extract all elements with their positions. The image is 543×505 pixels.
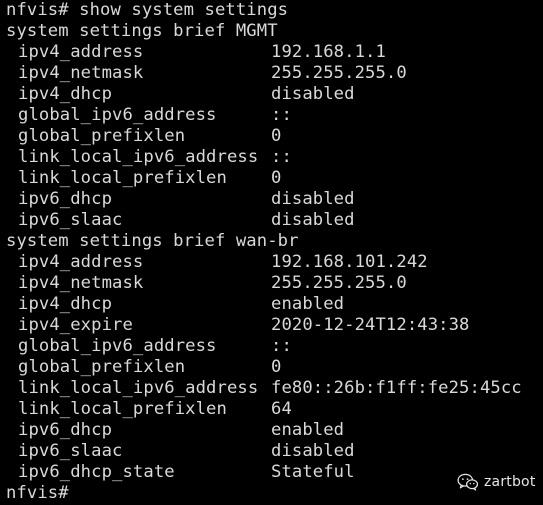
- setting-value: disabled: [271, 84, 355, 104]
- setting-row: ipv6_dhcp disabled: [0, 189, 543, 210]
- setting-row: ipv4_netmask 255.255.255.0: [0, 273, 543, 294]
- setting-row: ipv6_slaac disabled: [0, 210, 543, 231]
- watermark: zartbot: [457, 472, 536, 492]
- setting-row: ipv4_address 192.168.1.1: [0, 42, 543, 63]
- setting-key: ipv4_netmask: [18, 63, 144, 83]
- setting-key: global_ipv6_address: [18, 336, 217, 356]
- setting-value: fe80::26b:f1ff:fe25:45cc: [271, 378, 522, 398]
- setting-row: ipv4_dhcp disabled: [0, 84, 543, 105]
- section-header-wan-br: system settings brief wan-br: [6, 231, 299, 251]
- setting-row: ipv4_dhcp enabled: [0, 294, 543, 315]
- setting-key: ipv4_dhcp: [18, 84, 113, 104]
- setting-row: global_prefixlen 0: [0, 126, 543, 147]
- setting-value: 64: [271, 399, 292, 419]
- setting-row: global_ipv6_address::: [0, 336, 543, 357]
- setting-value: Stateful: [271, 462, 355, 482]
- setting-key: ipv6_slaac: [18, 210, 123, 230]
- setting-key: ipv4_expire: [18, 315, 133, 335]
- section-header-mgmt: system settings brief MGMT: [6, 21, 278, 41]
- command-line: nfvis# show system settings: [0, 0, 543, 21]
- setting-value: 0: [271, 126, 282, 146]
- setting-key: link_local_prefixlen: [18, 168, 227, 188]
- setting-key: ipv4_netmask: [18, 273, 144, 293]
- watermark-brand: zartbot: [484, 474, 536, 490]
- wechat-icon: [457, 473, 479, 491]
- setting-row: ipv4_expire 2020-12-24T12:43:38: [0, 315, 543, 336]
- setting-value: ::: [271, 147, 292, 167]
- setting-key: ipv6_dhcp: [18, 189, 113, 209]
- setting-value: disabled: [271, 441, 355, 461]
- setting-value: 192.168.1.1: [271, 42, 386, 62]
- setting-value: ::: [271, 336, 292, 356]
- setting-value: disabled: [271, 210, 355, 230]
- setting-row: global_prefixlen 0: [0, 357, 543, 378]
- prompt: nfvis#: [6, 483, 69, 503]
- setting-value: 0: [271, 168, 282, 188]
- setting-value: 2020-12-24T12:43:38: [271, 315, 470, 335]
- setting-row: link_local_ipv6_address fe80::26b:f1ff:fe…: [0, 378, 543, 399]
- prompt: nfvis#: [6, 0, 69, 20]
- setting-key: ipv6_slaac: [18, 441, 123, 461]
- setting-key: link_local_ipv6_address: [18, 147, 259, 167]
- setting-value: ::: [271, 105, 292, 125]
- setting-key: link_local_prefixlen: [18, 399, 227, 419]
- setting-row: link_local_ipv6_address::: [0, 147, 543, 168]
- setting-value: 255.255.255.0: [271, 63, 407, 83]
- setting-row: link_local_prefixlen 64: [0, 399, 543, 420]
- setting-value: enabled: [271, 294, 345, 314]
- setting-key: ipv6_dhcp: [18, 420, 113, 440]
- setting-value: 192.168.101.242: [271, 252, 428, 272]
- setting-value: 0: [271, 357, 282, 377]
- setting-value: enabled: [271, 420, 345, 440]
- setting-row: ipv4_netmask 255.255.255.0: [0, 63, 543, 84]
- setting-key: ipv6_dhcp_state: [18, 462, 175, 482]
- setting-row: ipv4_address 192.168.101.242: [0, 252, 543, 273]
- setting-key: global_prefixlen: [18, 126, 186, 146]
- setting-key: ipv4_dhcp: [18, 294, 113, 314]
- setting-row: ipv6_slaac disabled: [0, 441, 543, 462]
- terminal-window[interactable]: nfvis# show system settings system setti…: [0, 0, 543, 505]
- setting-key: ipv4_address: [18, 42, 144, 62]
- setting-key: global_prefixlen: [18, 357, 186, 377]
- setting-row: ipv6_dhcp enabled: [0, 420, 543, 441]
- setting-key: ipv4_address: [18, 252, 144, 272]
- setting-row: link_local_prefixlen 0: [0, 168, 543, 189]
- setting-value: disabled: [271, 189, 355, 209]
- setting-value: 255.255.255.0: [271, 273, 407, 293]
- setting-key: link_local_ipv6_address: [18, 378, 259, 398]
- setting-key: global_ipv6_address: [18, 105, 217, 125]
- command-text: show system settings: [79, 0, 289, 20]
- setting-row: global_ipv6_address::: [0, 105, 543, 126]
